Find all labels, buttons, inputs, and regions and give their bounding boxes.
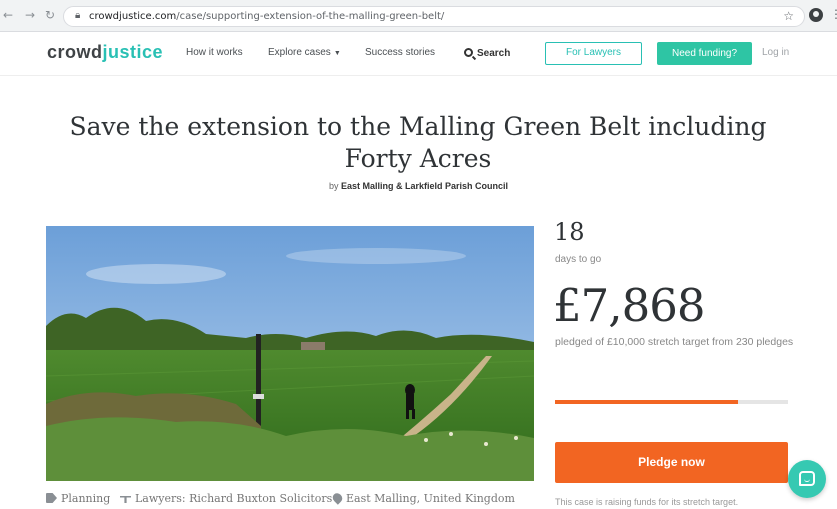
- url-text: crowdjustice.com/case/supporting-extensi…: [89, 11, 445, 22]
- chat-widget-button[interactable]: [788, 460, 826, 498]
- need-funding-button[interactable]: Need funding?: [657, 42, 752, 65]
- login-link[interactable]: Log in: [762, 47, 789, 58]
- funding-progress-fill: [555, 400, 739, 404]
- lawyers-tag[interactable]: Lawyers: Richard Buxton Solicitors: [120, 492, 332, 505]
- back-arrow-icon[interactable]: ←: [3, 8, 13, 22]
- category-tag[interactable]: Planning: [46, 492, 110, 505]
- star-icon[interactable]: ☆: [783, 9, 794, 23]
- map-pin-icon: [330, 491, 345, 505]
- case-owner-link[interactable]: East Malling & Larkfield Parish Council: [341, 181, 508, 191]
- nav-search[interactable]: Search: [464, 47, 510, 59]
- location-tag[interactable]: East Malling, United Kingdom: [330, 491, 515, 505]
- site-header: crowdjustice How it works Explore cases ▼…: [0, 32, 837, 76]
- days-remaining-number: 18: [554, 218, 585, 246]
- address-bar[interactable]: 🔒︎ crowdjustice.com/case/supporting-exte…: [63, 6, 805, 27]
- stretch-target-note: This case is raising funds for its stret…: [555, 497, 739, 507]
- funding-progress-bar: [555, 400, 788, 404]
- reload-icon[interactable]: ↻: [45, 8, 55, 22]
- caret-down-icon: ▼: [333, 50, 341, 57]
- chat-icon: [799, 471, 815, 486]
- search-icon: [464, 48, 473, 57]
- forward-arrow-icon[interactable]: →: [25, 8, 35, 22]
- browser-toolbar: ← → ↻ 🔒︎ crowdjustice.com/case/supportin…: [0, 0, 837, 32]
- nav-explore-cases[interactable]: Explore cases ▼: [268, 47, 341, 58]
- tag-icon: [46, 493, 57, 503]
- amount-raised: £7,868: [553, 279, 705, 332]
- case-image: [46, 226, 534, 481]
- nav-success-stories[interactable]: Success stories: [365, 47, 435, 58]
- account-icon[interactable]: [809, 8, 823, 22]
- case-byline: by East Malling & Larkfield Parish Counc…: [328, 181, 509, 191]
- scale-icon: [120, 496, 131, 503]
- days-remaining-label: days to go: [555, 254, 602, 265]
- for-lawyers-button[interactable]: For Lawyers: [545, 42, 642, 65]
- nav-how-it-works[interactable]: How it works: [186, 47, 243, 58]
- menu-kebab-icon[interactable]: ⋮: [830, 7, 837, 21]
- pledge-now-button[interactable]: Pledge now: [555, 442, 788, 483]
- pledge-summary: pledged of £10,000 stretch target from 2…: [555, 336, 794, 348]
- logo[interactable]: crowdjustice: [47, 42, 163, 63]
- lock-icon: 🔒︎: [75, 10, 81, 21]
- case-title: Save the extension to the Malling Green …: [69, 112, 767, 173]
